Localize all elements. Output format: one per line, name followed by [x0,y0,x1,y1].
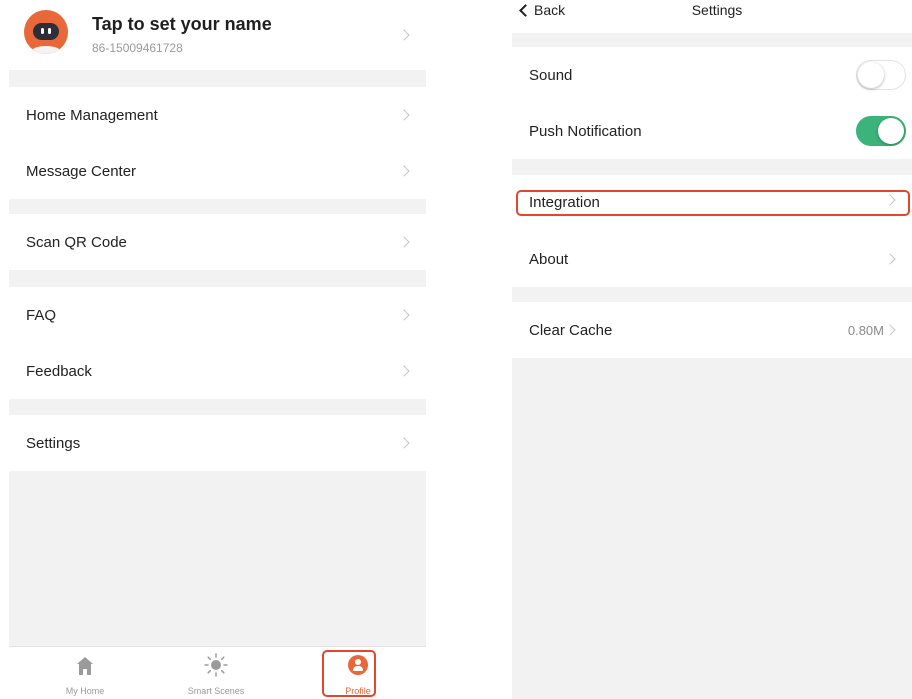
menu-item-label: FAQ [26,306,57,324]
menu-item-label: Message Center [26,162,137,180]
menu-item-faq[interactable]: FAQ [9,287,426,343]
settings-screen: Back Settings Sound Push Notification In… [512,0,912,699]
menu-item-message-center[interactable]: Message Center [9,143,426,199]
cache-size: 0.80M [847,322,884,338]
menu-item-home-management[interactable]: Home Management [9,87,426,143]
menu-item-label: Settings [26,434,81,452]
menu-item-settings[interactable]: Settings [9,415,426,471]
push-notification-toggle[interactable] [856,116,906,146]
menu-item-label: Home Management [26,106,158,124]
sound-toggle[interactable] [856,60,906,90]
menu-item-label: Scan QR Code [26,233,127,251]
setting-label: About [529,250,569,268]
robot-eye-right [48,28,51,34]
setting-about[interactable]: About [512,231,912,287]
menu-item-label: Feedback [26,362,92,380]
tab-label: My Home [65,686,105,696]
avatar-base [30,46,62,54]
toggle-knob [857,61,884,88]
toggle-knob [878,117,904,144]
tab-smart-scenes[interactable]: Smart Scenes [176,647,256,699]
setting-label: Push Notification [529,122,642,140]
profile-tab-highlight [322,650,376,697]
integration-highlight [516,190,910,216]
sun-icon [204,653,228,677]
menu-item-feedback[interactable]: Feedback [9,343,426,399]
setting-label: Sound [529,66,573,84]
tab-my-home[interactable]: My Home [45,647,125,699]
setting-clear-cache[interactable]: Clear Cache 0.80M [512,302,912,358]
tab-label: Smart Scenes [187,686,245,696]
setting-push-notification: Push Notification [512,103,912,159]
chevron-right-icon [398,29,410,41]
avatar[interactable] [24,10,68,54]
robot-eye-left [41,28,44,34]
profile-screen: Tap to set your name 86-15009461728 Home… [9,0,426,699]
robot-face-icon [33,23,59,40]
profile-name: Tap to set your name [92,14,272,34]
home-icon [77,657,93,675]
setting-sound: Sound [512,47,912,103]
page-title: Settings [691,2,743,18]
profile-phone: 86-15009461728 [92,41,183,55]
profile-header[interactable]: Tap to set your name 86-15009461728 [9,0,426,70]
menu-item-scan-qr-code[interactable]: Scan QR Code [9,214,426,270]
nav-bar: Back Settings [512,0,912,33]
